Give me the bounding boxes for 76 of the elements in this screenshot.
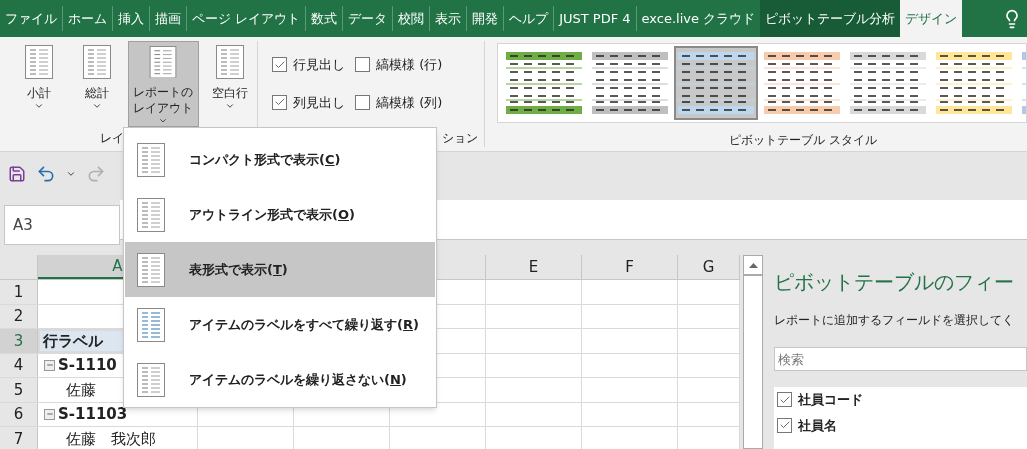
scroll-up-icon[interactable] [748, 262, 758, 268]
layout-icon [149, 46, 178, 79]
ribbon-tab[interactable]: 数式 [306, 0, 343, 37]
style-thumbnail[interactable] [674, 46, 758, 120]
ribbon-button[interactable]: 空白行 [203, 41, 257, 127]
ribbon-button[interactable]: レポートのレイアウト [127, 41, 200, 127]
table-cell-text: S-11103 [58, 404, 128, 425]
row-header[interactable]: 4 [0, 353, 38, 377]
table-cell-text: 佐藤 我次郎 [65, 428, 156, 449]
layout-icon [137, 362, 165, 397]
row-header[interactable]: 1 [0, 280, 38, 304]
collapse-icon[interactable] [44, 408, 55, 420]
panel-subtitle: レポートに追加するフィールドを選択してく [774, 312, 1015, 329]
column-header[interactable]: F [582, 255, 678, 279]
undo-icon[interactable] [36, 163, 56, 184]
table-cell-text: S-1110 [58, 355, 117, 376]
name-box[interactable]: A3 [13, 213, 33, 237]
row-header[interactable]: 2 [0, 304, 38, 328]
search-field[interactable]: 検索 [774, 347, 1027, 371]
field-label: 社員コード [798, 391, 863, 409]
caret-icon [33, 101, 44, 111]
layout-icon [216, 45, 245, 79]
ribbon-tab[interactable]: ピボットテーブル分析 [760, 0, 901, 37]
layout-icon [82, 45, 111, 79]
row-header[interactable]: 3 [0, 329, 38, 353]
menu-item[interactable]: 表形式で表示(T) [125, 242, 435, 297]
checkbox-label: 列見出し [293, 93, 345, 112]
ribbon-tab[interactable]: 表示 [430, 0, 467, 37]
ribbon-tab[interactable]: ページ レイアウト [187, 0, 306, 37]
collapse-icon[interactable] [44, 359, 55, 371]
menu-item[interactable]: アイテムのラベルを繰り返さない(N) [125, 352, 435, 407]
ribbon-tab[interactable]: 描画 [150, 0, 186, 37]
ribbon-tab[interactable]: データ [343, 0, 393, 37]
ribbon-tab[interactable]: JUST PDF 4 [554, 0, 636, 37]
ribbon-tab[interactable]: ヘルプ [504, 0, 554, 37]
menu-item[interactable]: アイテムのラベルをすべて繰り返す(R) [125, 297, 435, 352]
checkbox[interactable] [272, 57, 287, 73]
vertical-scrollbar[interactable] [740, 255, 766, 449]
layout-icon [137, 252, 165, 287]
field-checkbox[interactable] [777, 392, 792, 408]
ribbon-tab[interactable]: デザイン [900, 0, 963, 37]
row-header[interactable]: 6 [0, 402, 38, 426]
group-label: ション [442, 130, 479, 147]
ribbon-tab[interactable]: ホーム [63, 0, 112, 37]
checkbox[interactable] [272, 94, 287, 110]
ribbon-tab[interactable]: 校閲 [393, 0, 430, 37]
layout-icon [137, 307, 165, 342]
ribbon-tab[interactable]: 挿入 [113, 0, 149, 37]
layout-icon [137, 197, 165, 232]
checkbox-label: 行見出し [293, 56, 345, 74]
row-header[interactable]: 7 [0, 427, 38, 449]
checkbox[interactable] [355, 57, 370, 73]
ribbon-tab[interactable]: 開発 [467, 0, 504, 37]
checkbox-label: 縞模様 (行) [376, 56, 443, 74]
caret-icon [225, 101, 236, 111]
menu-item[interactable]: アウトライン形式で表示(O) [125, 187, 435, 242]
row-header[interactable]: 5 [0, 378, 38, 402]
ribbon-tab[interactable]: ファイル [0, 0, 62, 37]
ribbon-tab[interactable]: exce.live クラウド [636, 0, 761, 37]
caret-icon [91, 101, 102, 111]
menu-item[interactable]: コンパクト形式で表示(C) [125, 132, 435, 187]
ribbon-button[interactable]: 小計 [12, 41, 66, 127]
checkbox-label: 縞模様 (列) [376, 93, 443, 112]
group-label: ピボットテーブル スタイル [729, 132, 878, 149]
field-label: 社員名 [798, 416, 837, 435]
group-label: レイ [100, 130, 125, 147]
layout-icon [24, 45, 53, 79]
panel-title: ピボットテーブルのフィー [774, 269, 1015, 296]
field-checkbox[interactable] [777, 417, 792, 433]
checkbox[interactable] [355, 94, 370, 110]
table-cell-text: 行ラベル [42, 330, 103, 352]
column-header[interactable]: E [486, 255, 582, 279]
table-cell-text: 佐藤 [65, 379, 96, 401]
layout-icon [137, 142, 165, 177]
ribbon-button[interactable]: 総計 [69, 41, 124, 127]
save-icon[interactable] [8, 164, 26, 183]
